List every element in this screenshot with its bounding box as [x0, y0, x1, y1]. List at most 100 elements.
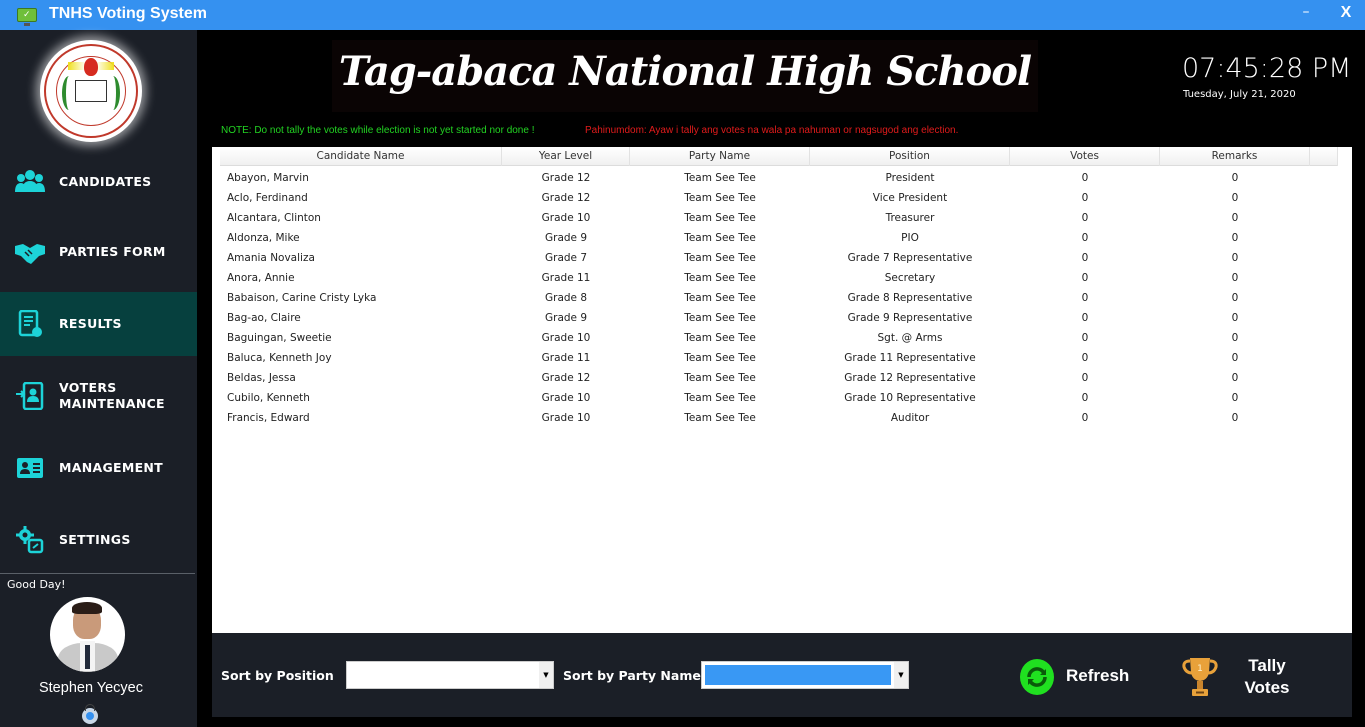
sidebar-item-candidates[interactable]: CANDIDATES	[0, 150, 197, 214]
cell-votes: 0	[1081, 332, 1089, 344]
greeting-text: Good Day!	[7, 578, 66, 591]
cell-position: Grade 9 Representative	[847, 312, 973, 324]
tally-votes-button[interactable]: 1 Tally Votes	[1182, 653, 1322, 703]
cell-year-level: Grade 11	[541, 272, 591, 284]
table-row[interactable]: Abayon, Marvin Grade 12 Team See Tee Presid…	[220, 168, 1338, 188]
cell-position: Secretary	[884, 272, 936, 284]
refresh-icon	[1020, 659, 1054, 695]
cell-candidate-name: Bag-ao, Claire	[227, 312, 301, 324]
table-header: Candidate Name Year Level Party Name Pos…	[220, 147, 1338, 166]
table-row[interactable]: Aclo, Ferdinand Grade 12 Team See Tee Vice …	[220, 188, 1338, 208]
refresh-label: Refresh	[1066, 666, 1130, 685]
cell-candidate-name: Baguingan, Sweetie	[227, 332, 332, 344]
note-english: NOTE: Do not tally the votes while elect…	[221, 125, 535, 136]
table-row[interactable]: Aldonza, Mike Grade 9 Team See Tee PIO 0 0	[220, 228, 1338, 248]
trophy-icon: 1	[1182, 658, 1218, 696]
column-header-remarks[interactable]: Remarks	[1160, 147, 1310, 166]
sidebar-item-voters-maintenance[interactable]: VOTERS MAINTENANCE	[0, 364, 197, 428]
title-bar: ✓ TNHS Voting System – X	[0, 0, 1365, 30]
minimize-button[interactable]: –	[1296, 4, 1316, 26]
cell-position: Auditor	[890, 412, 930, 424]
table-row[interactable]: Bag-ao, Claire Grade 9 Team See Tee Grade 9…	[220, 308, 1338, 328]
cell-year-level: Grade 10	[541, 332, 591, 344]
cell-remarks: 0	[1231, 232, 1239, 244]
table-row[interactable]: Baguingan, Sweetie Grade 10 Team See Tee Sg…	[220, 328, 1338, 348]
window-title: TNHS Voting System	[49, 5, 207, 22]
sort-position-label: Sort by Position	[221, 668, 334, 683]
cell-party-name: Team See Tee	[684, 212, 756, 224]
table-row[interactable]: Baluca, Kenneth Joy Grade 11 Team See Tee G…	[220, 348, 1338, 368]
cell-candidate-name: Beldas, Jessa	[227, 372, 296, 384]
cell-remarks: 0	[1231, 412, 1239, 424]
cell-remarks: 0	[1231, 272, 1239, 284]
cell-party-name: Team See Tee	[684, 332, 756, 344]
column-header-candidate-name[interactable]: Candidate Name	[220, 147, 502, 166]
cell-position: Grade 7 Representative	[847, 252, 973, 264]
selected-highlight	[705, 665, 891, 685]
cell-candidate-name: Cubilo, Kenneth	[227, 392, 310, 404]
cell-position: Sgt. @ Arms	[877, 332, 943, 344]
cell-votes: 0	[1081, 412, 1089, 424]
user-login-icon	[16, 382, 44, 410]
cell-year-level: Grade 9	[544, 232, 588, 244]
sidebar: CANDIDATES PARTIES FORM RESULTS VOTERS MA…	[0, 30, 197, 727]
cell-votes: 0	[1081, 272, 1089, 284]
cell-votes: 0	[1081, 212, 1089, 224]
cell-remarks: 0	[1231, 372, 1239, 384]
report-document-icon	[18, 310, 42, 337]
user-avatar	[50, 597, 125, 672]
table-row[interactable]: Cubilo, Kenneth Grade 10 Team See Tee Grade…	[220, 388, 1338, 408]
sort-party-label: Sort by Party Name	[563, 668, 701, 683]
table-row[interactable]: Anora, Annie Grade 11 Team See Tee Secretar…	[220, 268, 1338, 288]
cell-remarks: 0	[1231, 252, 1239, 264]
column-header-party-name[interactable]: Party Name	[630, 147, 810, 166]
sidebar-item-label: RESULTS	[59, 316, 122, 331]
lock-icon[interactable]	[82, 704, 98, 724]
cell-year-level: Grade 10	[541, 412, 591, 424]
column-header-year-level[interactable]: Year Level	[502, 147, 630, 166]
cell-remarks: 0	[1231, 332, 1239, 344]
cell-year-level: Grade 12	[541, 192, 591, 204]
table-row[interactable]: Alcantara, Clinton Grade 10 Team See Tee Tr…	[220, 208, 1338, 228]
close-button[interactable]: X	[1336, 4, 1356, 26]
chevron-down-icon[interactable]: ▼	[539, 662, 553, 688]
table-row[interactable]: Babaison, Carine Cristy Lyka Grade 8 Team …	[220, 288, 1338, 308]
clock-time: 07:45:28 PM	[1182, 53, 1352, 84]
cell-party-name: Team See Tee	[684, 252, 756, 264]
cell-votes: 0	[1081, 312, 1089, 324]
cell-candidate-name: Anora, Annie	[227, 272, 295, 284]
tally-votes-label: Tally Votes	[1244, 656, 1290, 697]
sort-position-select[interactable]: ▼	[346, 661, 554, 689]
sort-party-select[interactable]: ▼	[701, 661, 909, 689]
cell-candidate-name: Abayon, Marvin	[227, 172, 309, 184]
sidebar-item-label: MANAGEMENT	[59, 460, 164, 475]
refresh-button[interactable]: Refresh	[1020, 657, 1150, 697]
cell-position: PIO	[901, 232, 919, 244]
column-header-position[interactable]: Position	[810, 147, 1010, 166]
cell-votes: 0	[1081, 192, 1089, 204]
cell-candidate-name: Francis, Edward	[227, 412, 310, 424]
cell-year-level: Grade 11	[541, 352, 591, 364]
cell-remarks: 0	[1231, 172, 1239, 184]
cell-position: Treasurer	[885, 212, 935, 224]
sidebar-item-management[interactable]: MANAGEMENT	[0, 436, 197, 500]
sidebar-item-label: CANDIDATES	[59, 174, 152, 189]
school-name: Tag-abaca National High School	[338, 48, 1032, 95]
column-header-filler	[1310, 147, 1338, 166]
table-row[interactable]: Francis, Edward Grade 10 Team See Tee Audit…	[220, 408, 1338, 428]
chevron-down-icon[interactable]: ▼	[894, 662, 908, 688]
cell-votes: 0	[1081, 392, 1089, 404]
table-row[interactable]: Amania Novaliza Grade 7 Team See Tee Grade …	[220, 248, 1338, 268]
cell-votes: 0	[1081, 252, 1089, 264]
cell-party-name: Team See Tee	[684, 312, 756, 324]
table-row[interactable]: Beldas, Jessa Grade 12 Team See Tee Grade 1…	[220, 368, 1338, 388]
column-header-votes[interactable]: Votes	[1010, 147, 1160, 166]
cell-party-name: Team See Tee	[684, 192, 756, 204]
sidebar-item-settings[interactable]: SETTINGS	[0, 508, 197, 572]
sidebar-item-parties-form[interactable]: PARTIES FORM	[0, 220, 197, 284]
cell-position: President	[885, 172, 935, 184]
cell-remarks: 0	[1231, 292, 1239, 304]
monitor-check-icon: ✓	[17, 8, 37, 26]
sidebar-item-results[interactable]: RESULTS	[0, 292, 197, 356]
cell-candidate-name: Aldonza, Mike	[227, 232, 300, 244]
